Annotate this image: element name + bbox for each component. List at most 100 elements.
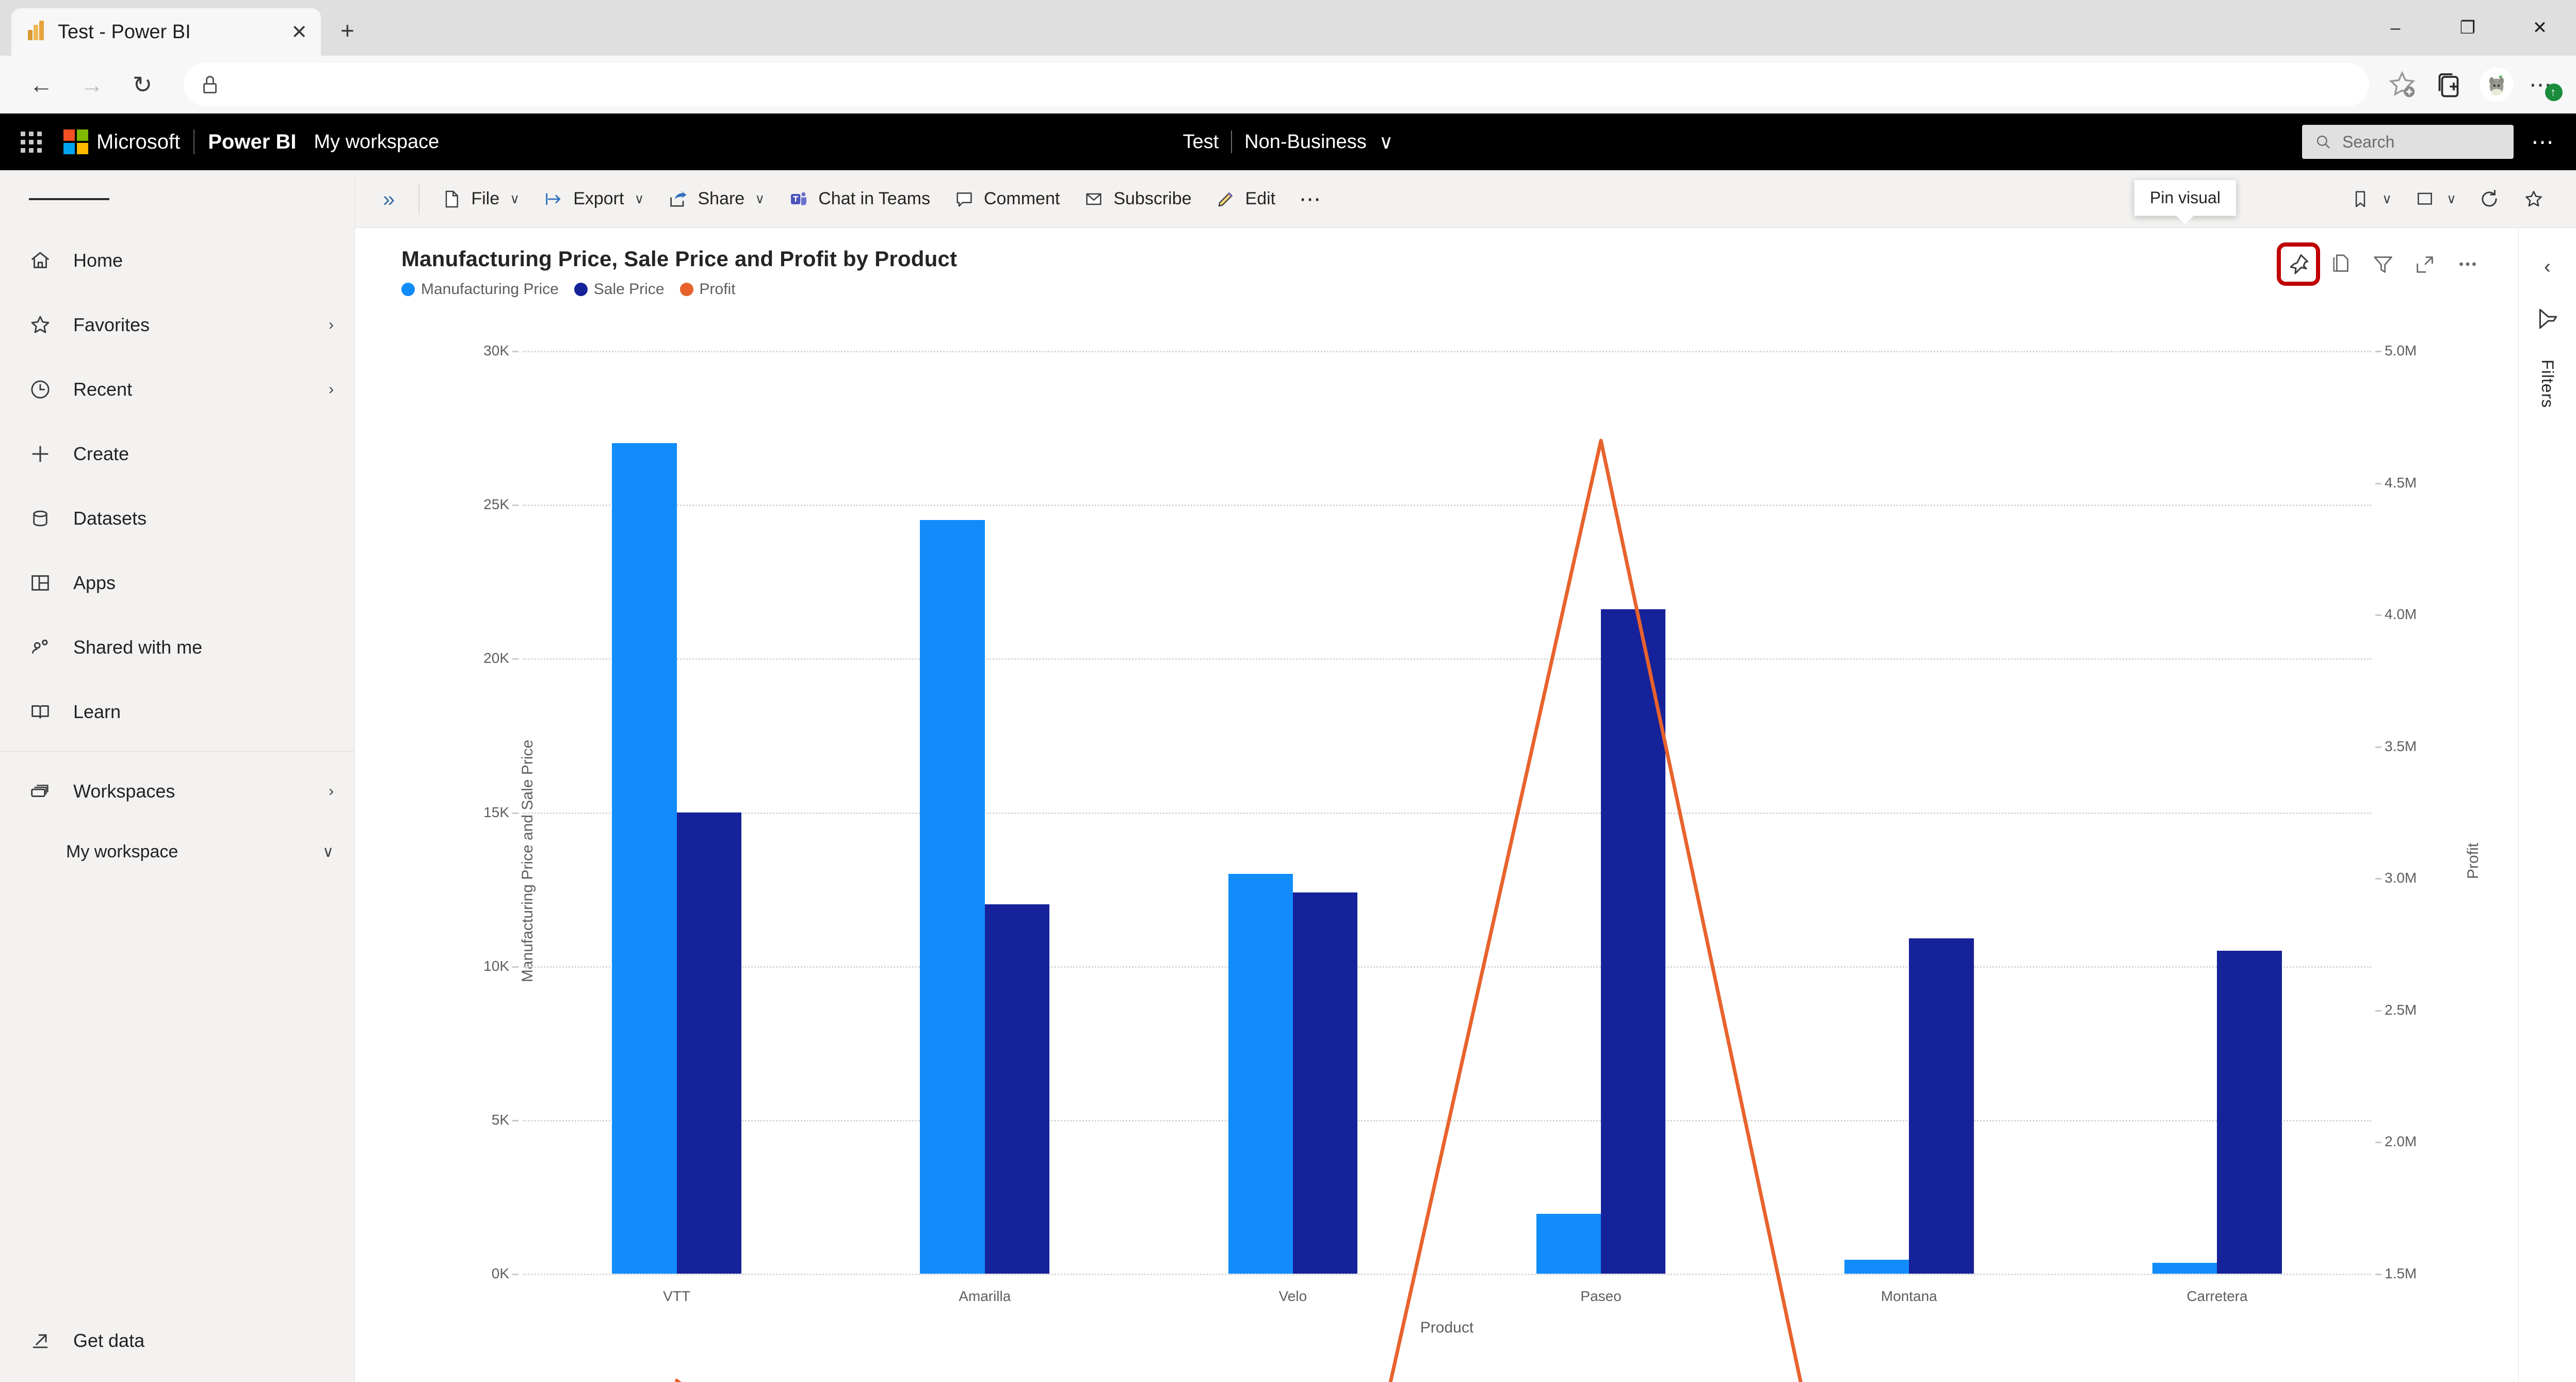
forward-icon[interactable]: → xyxy=(68,61,116,108)
report-main: » File ∨ Export ∨ Share ∨ Chat in Teams … xyxy=(355,170,2576,1382)
close-icon[interactable]: ✕ xyxy=(291,21,307,44)
share-menu-button[interactable]: Share ∨ xyxy=(655,180,776,219)
subscribe-icon xyxy=(1082,188,1105,210)
microsoft-wordmark: Microsoft xyxy=(96,130,181,153)
y2-tick-label: 4.0M xyxy=(2385,606,2417,623)
export-menu-button[interactable]: Export ∨ xyxy=(531,180,655,219)
y-tick-mark xyxy=(512,966,519,968)
sidebar-label: Apps xyxy=(73,572,116,593)
y-tick-label: 30K xyxy=(483,343,509,359)
chevron-down-icon[interactable]: ∨ xyxy=(322,843,334,861)
bookmarks-button[interactable]: ∨ xyxy=(2341,180,2400,219)
y-tick-label: 15K xyxy=(483,804,509,820)
command-divider xyxy=(418,183,420,215)
hamburger-menu-icon[interactable] xyxy=(0,170,354,228)
edit-button[interactable]: Edit xyxy=(1203,180,1287,219)
sidebar-item-recent[interactable]: Recent › xyxy=(0,357,354,421)
profit-line[interactable] xyxy=(677,441,2217,1382)
more-options-icon[interactable] xyxy=(2453,250,2482,279)
visual-actions xyxy=(2277,242,2482,286)
visual-title-block: Manufacturing Price, Sale Price and Prof… xyxy=(401,247,2284,298)
filters-pane-collapsed[interactable]: ‹ Filters xyxy=(2518,228,2576,1382)
report-name: Test xyxy=(1182,131,1219,153)
sidebar-item-apps[interactable]: Apps xyxy=(0,550,354,615)
pin-visual-icon[interactable] xyxy=(2277,242,2320,286)
expand-nav-icon[interactable]: » xyxy=(368,187,409,212)
sensitivity-label[interactable]: Non-Business xyxy=(1244,131,1367,153)
browser-more-icon[interactable]: ⋯ ↑ xyxy=(2529,72,2563,101)
refresh-button[interactable] xyxy=(2470,180,2509,219)
workspaces-icon xyxy=(27,778,54,805)
command-bar-right: ∨ ∨ xyxy=(2341,180,2563,219)
sidebar-item-favorites[interactable]: Favorites › xyxy=(0,292,354,357)
visual-header: Manufacturing Price, Sale Price and Prof… xyxy=(386,236,2503,298)
favorite-button[interactable] xyxy=(2514,180,2553,219)
header-workspace-link[interactable]: My workspace xyxy=(314,131,439,153)
legend-label: Profit xyxy=(699,281,736,298)
chevron-right-icon[interactable]: › xyxy=(329,783,334,800)
focus-mode-icon[interactable] xyxy=(2411,250,2440,279)
chevron-down-icon[interactable]: ∨ xyxy=(1379,131,1394,154)
view-icon xyxy=(2413,188,2436,210)
window-close-icon[interactable]: ✕ xyxy=(2504,0,2576,56)
copy-visual-icon[interactable] xyxy=(2326,250,2355,279)
button-label: Comment xyxy=(983,189,1060,208)
browser-tab[interactable]: Test - Power BI ✕ xyxy=(11,8,321,56)
legend-label: Manufacturing Price xyxy=(421,281,559,298)
tooltip-text: Pin visual xyxy=(2150,188,2221,207)
favorite-star-icon xyxy=(2522,188,2545,210)
y-tick-mark xyxy=(512,1274,519,1275)
sidebar-label: Learn xyxy=(73,701,121,722)
sidebar-item-learn[interactable]: Learn xyxy=(0,679,354,744)
minimize-icon[interactable]: – xyxy=(2359,0,2432,56)
subscribe-button[interactable]: Subscribe xyxy=(1071,180,1203,219)
sidebar-item-my-workspace[interactable]: My workspace ∨ xyxy=(0,823,354,880)
reload-icon[interactable]: ↻ xyxy=(119,61,166,108)
chevron-right-icon[interactable]: › xyxy=(329,381,334,398)
address-bar[interactable] xyxy=(184,63,2369,106)
comment-button[interactable]: Comment xyxy=(942,180,1071,219)
sidebar-item-workspaces[interactable]: Workspaces › xyxy=(0,759,354,823)
powerbi-header: Microsoft Power BI My workspace Test Non… xyxy=(0,113,2576,170)
app-launcher-icon[interactable] xyxy=(21,131,42,153)
window-controls: – ❐ ✕ xyxy=(2359,0,2576,56)
chat-in-teams-button[interactable]: Chat in Teams xyxy=(776,180,942,219)
y-tick-mark xyxy=(512,658,519,660)
sidebar-item-home[interactable]: Home xyxy=(0,228,354,292)
pencil-icon xyxy=(1214,188,1237,210)
chevron-down-icon: ∨ xyxy=(510,191,520,206)
get-data-button[interactable]: Get data xyxy=(0,1327,354,1354)
search-input[interactable]: Search xyxy=(2302,125,2514,159)
view-button[interactable]: ∨ xyxy=(2405,180,2465,219)
header-more-icon[interactable]: ⋯ xyxy=(2531,129,2555,155)
pin-visual-tooltip: Pin visual xyxy=(2134,180,2237,224)
command-overflow-icon[interactable]: ⋯ xyxy=(1287,186,1335,212)
maximize-icon[interactable]: ❐ xyxy=(2432,0,2504,56)
legend-item-sale-price[interactable]: Sale Price xyxy=(574,281,665,298)
x-axis-title: Product xyxy=(1420,1319,1474,1336)
add-favorite-icon[interactable] xyxy=(2387,69,2418,100)
sidebar-item-datasets[interactable]: Datasets xyxy=(0,486,354,550)
combo-chart-visual[interactable]: Manufacturing Price, Sale Price and Prof… xyxy=(386,236,2503,1382)
tab-title: Test - Power BI xyxy=(58,21,191,43)
page-title: Manufacturing Price, Sale Price and Prof… xyxy=(401,247,958,271)
file-menu-button[interactable]: File ∨ xyxy=(429,180,531,219)
legend-swatch xyxy=(679,283,693,296)
sidebar-item-create[interactable]: Create xyxy=(0,421,354,486)
new-tab-button[interactable]: + xyxy=(341,17,354,44)
chevron-down-icon: ∨ xyxy=(2381,191,2392,206)
filter-icon[interactable] xyxy=(2369,250,2397,279)
back-icon[interactable]: ← xyxy=(18,61,65,108)
powerbi-app: Microsoft Power BI My workspace Test Non… xyxy=(0,113,2576,1382)
legend-item-manufacturing-price[interactable]: Manufacturing Price xyxy=(401,281,559,298)
powerbi-wordmark[interactable]: Power BI xyxy=(208,131,296,154)
chevron-right-icon[interactable]: › xyxy=(329,316,334,334)
collections-icon[interactable] xyxy=(2433,69,2464,100)
sidebar-item-shared-with-me[interactable]: Shared with me xyxy=(0,615,354,679)
lock-icon xyxy=(203,76,217,93)
legend-item-profit[interactable]: Profit xyxy=(679,281,736,298)
avatar[interactable] xyxy=(2480,68,2514,102)
teams-icon xyxy=(787,188,810,210)
chevron-left-icon[interactable]: ‹ xyxy=(2544,256,2551,278)
y2-tick-mark xyxy=(2375,482,2381,484)
